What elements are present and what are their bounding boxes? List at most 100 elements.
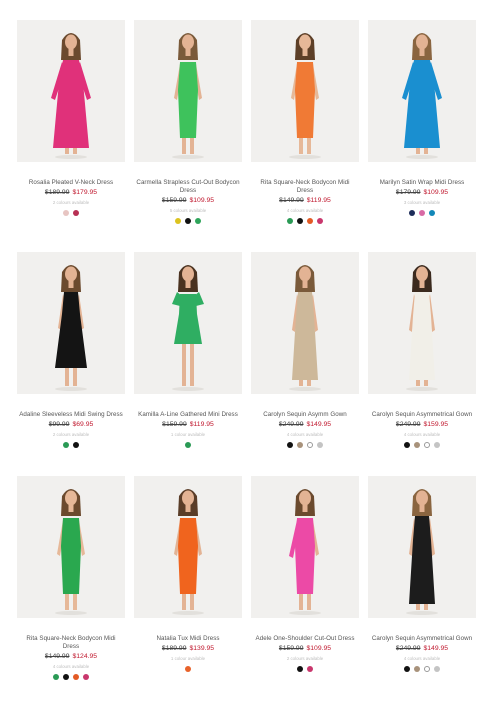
black-swatch[interactable] <box>404 442 410 448</box>
taupe-swatch[interactable] <box>414 442 420 448</box>
product-name[interactable]: Carolyn Sequin Asymm Gown <box>253 411 357 419</box>
product-card-7[interactable]: Carolyn Sequin Asymm Gown $249.99 $149.95… <box>251 252 359 476</box>
product-name[interactable]: Kamilla A-Line Gathered Mini Dress <box>136 411 240 419</box>
model-photo <box>55 489 87 615</box>
green-swatch[interactable] <box>185 442 191 448</box>
black-swatch[interactable] <box>73 442 79 448</box>
colours-available: 2 colours available <box>52 200 90 205</box>
product-prices: $249.99 $149.95 <box>396 644 448 653</box>
green-swatch[interactable] <box>287 218 293 224</box>
product-image[interactable] <box>368 476 476 618</box>
black-swatch[interactable] <box>287 442 293 448</box>
product-card-10[interactable]: Natalia Tux Midi Dress $189.99 $139.95 1 … <box>134 476 242 708</box>
colours-available: 4 colours available <box>52 664 90 669</box>
product-name[interactable]: Carmella Strapless Cut-Out Bodycon Dress <box>136 179 240 195</box>
colours-available: 3 colours available <box>403 200 441 205</box>
product-card-5[interactable]: Adaline Sleeveless Midi Swing Dress $99.… <box>17 252 125 476</box>
product-card-4[interactable]: Marilyn Satin Wrap Midi Dress $179.99 $10… <box>368 20 476 252</box>
model-photo <box>406 265 438 391</box>
silver-swatch[interactable] <box>317 442 323 448</box>
product-prices: $179.99 $109.95 <box>396 188 448 197</box>
white-swatch[interactable] <box>424 442 430 448</box>
original-price: $159.99 <box>161 197 187 204</box>
original-price: $99.99 <box>48 421 70 428</box>
product-prices: $159.99 $119.95 <box>162 420 214 429</box>
product-name[interactable]: Natalia Tux Midi Dress <box>136 635 240 643</box>
product-name[interactable]: Rita Square-Neck Bodycon Midi Dress <box>19 635 123 651</box>
silver-swatch[interactable] <box>434 442 440 448</box>
original-price: $159.99 <box>278 645 304 652</box>
model-photo <box>289 33 321 159</box>
product-name[interactable]: Carolyn Sequin Asymmetrical Gown <box>370 411 474 419</box>
product-card-12[interactable]: Carolyn Sequin Asymmetrical Gown $249.99… <box>368 476 476 708</box>
product-card-3[interactable]: Rita Square-Neck Bodycon Midi Dress $149… <box>251 20 359 252</box>
product-image[interactable] <box>134 252 242 394</box>
colours-available: 4 colours available <box>403 432 441 437</box>
berry-swatch[interactable] <box>73 210 79 216</box>
product-image[interactable] <box>368 20 476 162</box>
pink-swatch[interactable] <box>419 210 425 216</box>
model-photo <box>402 33 442 159</box>
white-swatch[interactable] <box>307 442 313 448</box>
model-photo <box>172 489 204 615</box>
white-swatch[interactable] <box>424 666 430 672</box>
sale-price: $69.95 <box>72 421 94 428</box>
taupe-swatch[interactable] <box>297 442 303 448</box>
orange-swatch[interactable] <box>73 674 79 680</box>
silver-swatch[interactable] <box>434 666 440 672</box>
original-price: $149.99 <box>279 197 304 204</box>
product-image[interactable] <box>251 252 359 394</box>
sale-price: $119.95 <box>189 421 214 428</box>
product-prices: $149.99 $124.95 <box>45 652 97 661</box>
product-card-1[interactable]: Rosalia Pleated V-Neck Dress $189.99 $179… <box>17 20 125 252</box>
black-swatch[interactable] <box>297 218 303 224</box>
product-card-6[interactable]: Kamilla A-Line Gathered Mini Dress $159.… <box>134 252 242 476</box>
product-image[interactable] <box>17 20 125 162</box>
model-photo <box>406 489 438 615</box>
orange-swatch[interactable] <box>307 218 313 224</box>
product-name[interactable]: Adaline Sleeveless Midi Swing Dress <box>19 411 123 419</box>
yellow-swatch[interactable] <box>175 218 181 224</box>
black-swatch[interactable] <box>297 666 303 672</box>
colour-swatches <box>297 666 313 672</box>
product-image[interactable] <box>251 476 359 618</box>
product-card-11[interactable]: Adele One-Shoulder Cut-Out Dress $159.99… <box>251 476 359 708</box>
sale-price: $109.95 <box>306 645 332 652</box>
product-name[interactable]: Carolyn Sequin Asymmetrical Gown <box>370 635 474 643</box>
pink-swatch[interactable] <box>83 674 89 680</box>
sale-price: $149.95 <box>306 421 332 428</box>
original-price: $189.99 <box>161 645 187 652</box>
black-swatch[interactable] <box>185 218 191 224</box>
colours-available: 1 colour available <box>170 432 206 437</box>
blush-swatch[interactable] <box>63 210 69 216</box>
product-image[interactable] <box>251 20 359 162</box>
product-image[interactable] <box>17 252 125 394</box>
black-swatch[interactable] <box>63 674 69 680</box>
pink-swatch[interactable] <box>307 666 313 672</box>
product-image[interactable] <box>368 252 476 394</box>
original-price: $159.99 <box>162 421 187 428</box>
product-prices: $249.99 $149.95 <box>279 420 331 429</box>
product-card-8[interactable]: Carolyn Sequin Asymmetrical Gown $249.99… <box>368 252 476 476</box>
orange-swatch[interactable] <box>185 666 191 672</box>
product-image[interactable] <box>134 476 242 618</box>
green-swatch[interactable] <box>53 674 59 680</box>
pink-swatch[interactable] <box>317 218 323 224</box>
product-card-9[interactable]: Rita Square-Neck Bodycon Midi Dress $149… <box>17 476 125 708</box>
colours-available: 4 colours available <box>403 656 441 661</box>
green-swatch[interactable] <box>195 218 201 224</box>
product-card-2[interactable]: Carmella Strapless Cut-Out Bodycon Dress… <box>134 20 242 252</box>
green-swatch[interactable] <box>63 442 69 448</box>
black-swatch[interactable] <box>404 666 410 672</box>
colours-available: 4 colours available <box>286 208 324 213</box>
product-name[interactable]: Adele One-Shoulder Cut-Out Dress <box>253 635 357 643</box>
product-prices: $149.99 $119.95 <box>279 196 331 205</box>
product-image[interactable] <box>134 20 242 162</box>
product-image[interactable] <box>17 476 125 618</box>
teal-swatch[interactable] <box>429 210 435 216</box>
product-name[interactable]: Rosalia Pleated V-Neck Dress <box>19 179 123 187</box>
product-name[interactable]: Rita Square-Neck Bodycon Midi Dress <box>253 179 357 195</box>
product-name[interactable]: Marilyn Satin Wrap Midi Dress <box>370 179 474 187</box>
navy-swatch[interactable] <box>409 210 415 216</box>
taupe-swatch[interactable] <box>414 666 420 672</box>
